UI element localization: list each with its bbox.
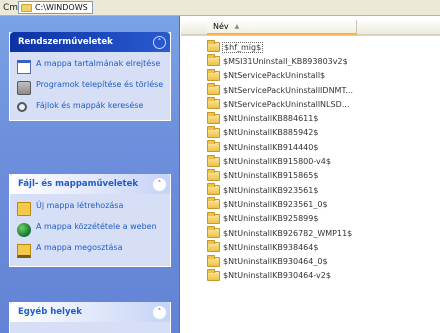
- file-name: $MSI31Uninstall_KB893803v2$: [223, 56, 348, 66]
- folder-icon: [207, 83, 220, 96]
- file-name: $NtUninstallKB923561_0$: [223, 199, 328, 209]
- file-row[interactable]: $hf_mig$: [207, 40, 353, 54]
- file-row[interactable]: $NtUninstallKB884611$: [207, 111, 353, 125]
- folder-icon: [207, 240, 220, 253]
- folder-icon: [207, 254, 220, 267]
- file-name: $NtUninstallKB915800-v4$: [223, 157, 331, 167]
- file-row[interactable]: $NtUninstallKB923561_0$: [207, 197, 353, 211]
- folder-icon: [207, 111, 220, 124]
- task-add-remove-programs[interactable]: Programok telepítése és törlése: [10, 77, 170, 98]
- sort-arrow-icon: ▲: [234, 23, 240, 30]
- task-hide-folder-contents[interactable]: A mappa tartalmának elrejtése: [10, 56, 170, 77]
- task-new-folder[interactable]: Új mappa létrehozása: [10, 198, 170, 219]
- address-field[interactable]: C:\WINDOWS: [18, 1, 93, 14]
- file-name: $NtUninstallKB915865$: [223, 171, 319, 181]
- collapse-chevron-icon[interactable]: ˄: [153, 35, 166, 49]
- folder-icon: [21, 3, 32, 12]
- collapse-chevron-icon[interactable]: ˄: [153, 305, 166, 319]
- folder-icon: [207, 226, 220, 238]
- new-folder-icon: [17, 202, 31, 216]
- file-row[interactable]: $NtUninstallKB915800-v4$: [207, 154, 353, 168]
- file-row[interactable]: $NtServicePackUninstall$: [207, 68, 353, 83]
- file-name: $NtUninstallKB926782_WMP11$: [223, 228, 353, 238]
- task-label: A mappa közzététele a weben: [36, 222, 157, 231]
- task-label: Új mappa létrehozása: [36, 201, 124, 210]
- file-list: Név ▲ $hf_mig$ $MSI31Uninstall_KB893803v2…: [181, 16, 440, 333]
- folder-icon: [207, 211, 220, 224]
- file-name: $NtUninstallKB925899$: [223, 214, 319, 224]
- task-label: Fájlok és mappák keresése: [36, 101, 144, 110]
- folder-icon: [207, 125, 220, 138]
- file-name: $NtUninstallKB938464$: [223, 242, 319, 252]
- folder-icon: [207, 197, 220, 210]
- folder-icon: [207, 168, 220, 181]
- share-folder-icon: [17, 244, 31, 258]
- file-row[interactable]: $NtUninstallKB926782_WMP11$: [207, 226, 353, 240]
- folder-icon: [207, 54, 220, 67]
- file-row[interactable]: $NtServicePackUninstallNLSD...: [207, 97, 353, 111]
- file-tasks-title: Fájl- és mappaműveletek: [18, 179, 139, 189]
- file-name: $NtServicePackUninstallNLSD...: [223, 99, 350, 109]
- address-path: C:\WINDOWS: [35, 3, 88, 12]
- column-header: Név ▲: [181, 20, 440, 36]
- file-rows: $hf_mig$ $MSI31Uninstall_KB893803v2$ $NtSe…: [207, 40, 353, 283]
- programs-icon: [17, 81, 31, 95]
- file-row[interactable]: $MSI31Uninstall_KB893803v2$: [207, 54, 353, 68]
- search-icon: [17, 102, 27, 112]
- address-label: Cm: [3, 2, 19, 13]
- globe-icon: [17, 223, 31, 237]
- task-label: A mappa tartalmának elrejtése: [36, 59, 161, 68]
- folder-icon: [207, 140, 220, 153]
- folder-icon: [207, 97, 220, 110]
- task-search-files[interactable]: Fájlok és mappák keresése: [10, 98, 170, 115]
- file-row[interactable]: $NtUninstallKB915865$: [207, 168, 353, 183]
- folder-icon: [207, 183, 220, 196]
- file-row[interactable]: $NtUninstallKB930464_0$: [207, 254, 353, 268]
- folder-icon: [207, 40, 220, 53]
- file-name: $NtServicePackUninstall$: [223, 71, 326, 81]
- file-row[interactable]: $NtUninstallKB914440$: [207, 140, 353, 154]
- task-share-folder[interactable]: A mappa megosztása: [10, 240, 170, 261]
- column-name-label: Név: [213, 22, 229, 31]
- folder-icon: [207, 268, 220, 281]
- file-name: $hf_mig$: [221, 41, 264, 53]
- file-tasks-header[interactable]: Fájl- és mappaműveletek ˄: [10, 174, 170, 194]
- file-name: $NtUninstallKB930464_0$: [223, 257, 328, 267]
- system-tasks-header[interactable]: Rendszerműveletek ˄: [10, 32, 170, 52]
- task-pane: Rendszerműveletek ˄ A mappa tartalmának …: [0, 16, 180, 333]
- file-row[interactable]: $NtUninstallKB925899$: [207, 211, 353, 226]
- folder-icon: [207, 68, 220, 81]
- file-row[interactable]: $NtUninstallKB938464$: [207, 240, 353, 254]
- folder-icon: [207, 154, 220, 167]
- other-places-panel: Egyéb helyek ˄: [9, 302, 171, 333]
- file-row[interactable]: $NtServicePackUninstallIDNMT...: [207, 83, 353, 97]
- other-places-title: Egyéb helyek: [18, 307, 82, 317]
- file-name: $NtUninstallKB923561$: [223, 185, 319, 195]
- file-row[interactable]: $NtUninstallKB885942$: [207, 125, 353, 140]
- window-icon: [17, 60, 31, 74]
- file-row[interactable]: $NtUninstallKB930464-v2$: [207, 268, 353, 283]
- address-bar: Cm C:\WINDOWS: [0, 0, 440, 16]
- system-tasks-panel: Rendszerműveletek ˄ A mappa tartalmának …: [9, 32, 171, 121]
- file-name: $NtUninstallKB930464-v2$: [223, 271, 331, 281]
- collapse-chevron-icon[interactable]: ˄: [153, 177, 166, 191]
- task-label: Programok telepítése és törlése: [36, 80, 164, 89]
- column-name-header[interactable]: Név ▲: [207, 20, 357, 35]
- file-name: $NtServicePackUninstallIDNMT...: [223, 85, 354, 95]
- file-row[interactable]: $NtUninstallKB923561$: [207, 183, 353, 197]
- task-label: A mappa megosztása: [36, 243, 123, 252]
- other-places-header[interactable]: Egyéb helyek ˄: [10, 302, 170, 322]
- task-publish-web[interactable]: A mappa közzététele a weben: [10, 219, 170, 240]
- file-name: $NtUninstallKB885942$: [223, 128, 319, 138]
- file-tasks-panel: Fájl- és mappaműveletek ˄ Új mappa létre…: [9, 174, 171, 267]
- file-name: $NtUninstallKB884611$: [223, 114, 319, 124]
- file-name: $NtUninstallKB914440$: [223, 142, 319, 152]
- system-tasks-title: Rendszerműveletek: [18, 37, 113, 47]
